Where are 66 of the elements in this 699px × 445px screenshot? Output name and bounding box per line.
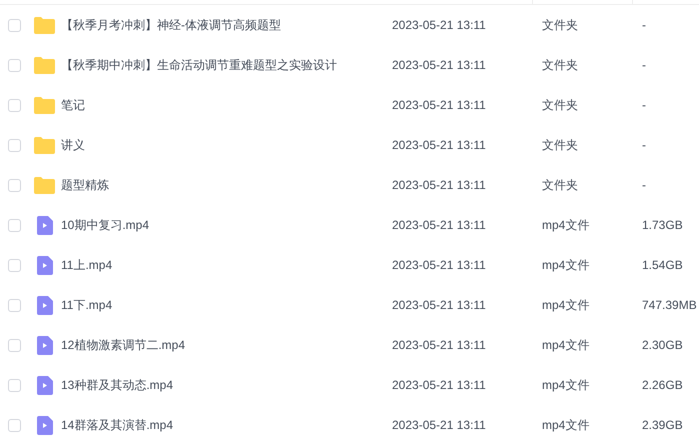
modified-date: 2023-05-21 13:11 — [392, 58, 486, 72]
folder-icon — [34, 136, 55, 154]
file-size: 1.73GB — [642, 218, 683, 232]
file-name[interactable]: 【秋季月考冲刺】神经-体液调节高频题型 — [61, 18, 281, 32]
file-name[interactable]: 11下.mp4 — [61, 298, 112, 312]
file-size: - — [642, 18, 646, 32]
modified-date: 2023-05-21 13:11 — [392, 378, 486, 392]
file-size: - — [642, 138, 646, 152]
file-name[interactable]: 题型精炼 — [61, 178, 109, 192]
file-size: - — [642, 178, 646, 192]
file-name[interactable]: 11上.mp4 — [61, 258, 112, 272]
checkbox[interactable] — [8, 138, 21, 152]
modified-date: 2023-05-21 13:11 — [392, 338, 486, 352]
file-type: mp4文件 — [542, 378, 590, 392]
checkbox[interactable] — [8, 98, 21, 112]
modified-date: 2023-05-21 13:11 — [392, 298, 486, 312]
file-type: mp4文件 — [542, 258, 590, 272]
file-size: 2.26GB — [642, 378, 683, 392]
checkbox[interactable] — [8, 258, 21, 272]
file-type: mp4文件 — [542, 298, 590, 312]
checkbox[interactable] — [8, 338, 21, 352]
file-name[interactable]: 14群落及其演替.mp4 — [61, 418, 174, 432]
modified-date: 2023-05-21 13:11 — [392, 98, 486, 112]
modified-date: 2023-05-21 13:11 — [392, 418, 486, 432]
modified-date: 2023-05-21 13:11 — [392, 218, 486, 232]
file-name[interactable]: 12植物激素调节二.mp4 — [61, 338, 186, 352]
file-type: mp4文件 — [542, 338, 590, 352]
modified-date: 2023-05-21 13:11 — [392, 138, 486, 152]
file-type: 文件夹 — [542, 58, 578, 72]
checkbox[interactable] — [8, 58, 21, 72]
checkbox[interactable] — [8, 378, 21, 392]
checkbox[interactable] — [8, 298, 21, 312]
file-type: mp4文件 — [542, 418, 590, 432]
file-size: 747.39MB — [642, 298, 697, 312]
checkbox[interactable] — [8, 418, 21, 432]
checkbox[interactable] — [8, 218, 21, 232]
file-size: 2.39GB — [642, 418, 683, 432]
file-size: - — [642, 98, 646, 112]
video-file-icon — [36, 336, 52, 354]
file-name[interactable]: 13种群及其动态.mp4 — [61, 378, 174, 392]
checkbox[interactable] — [8, 178, 21, 192]
file-type: 文件夹 — [542, 98, 578, 112]
file-type: 文件夹 — [542, 178, 578, 192]
modified-date: 2023-05-21 13:11 — [392, 178, 486, 192]
file-name[interactable]: 笔记 — [61, 98, 85, 112]
modified-date: 2023-05-21 13:11 — [392, 258, 486, 272]
file-size: 2.30GB — [642, 338, 683, 352]
file-type: 文件夹 — [542, 18, 578, 32]
video-file-icon — [36, 376, 52, 394]
video-file-icon — [36, 256, 52, 274]
file-type: 文件夹 — [542, 138, 578, 152]
file-size: 1.54GB — [642, 258, 683, 272]
folder-icon — [34, 16, 55, 34]
video-file-icon — [36, 296, 52, 314]
modified-date: 2023-05-21 13:11 — [392, 18, 486, 32]
folder-icon — [34, 96, 55, 114]
checkbox[interactable] — [8, 18, 21, 32]
file-type: mp4文件 — [542, 218, 590, 232]
file-name[interactable]: 10期中复习.mp4 — [61, 218, 150, 232]
video-file-icon — [36, 416, 52, 434]
file-name[interactable]: 讲义 — [61, 138, 85, 152]
video-file-icon — [36, 216, 52, 234]
folder-icon — [34, 176, 55, 194]
folder-icon — [34, 56, 55, 74]
file-size: - — [642, 58, 646, 72]
file-name[interactable]: 【秋季期中冲刺】生命活动调节重难题型之实验设计 — [61, 58, 337, 72]
